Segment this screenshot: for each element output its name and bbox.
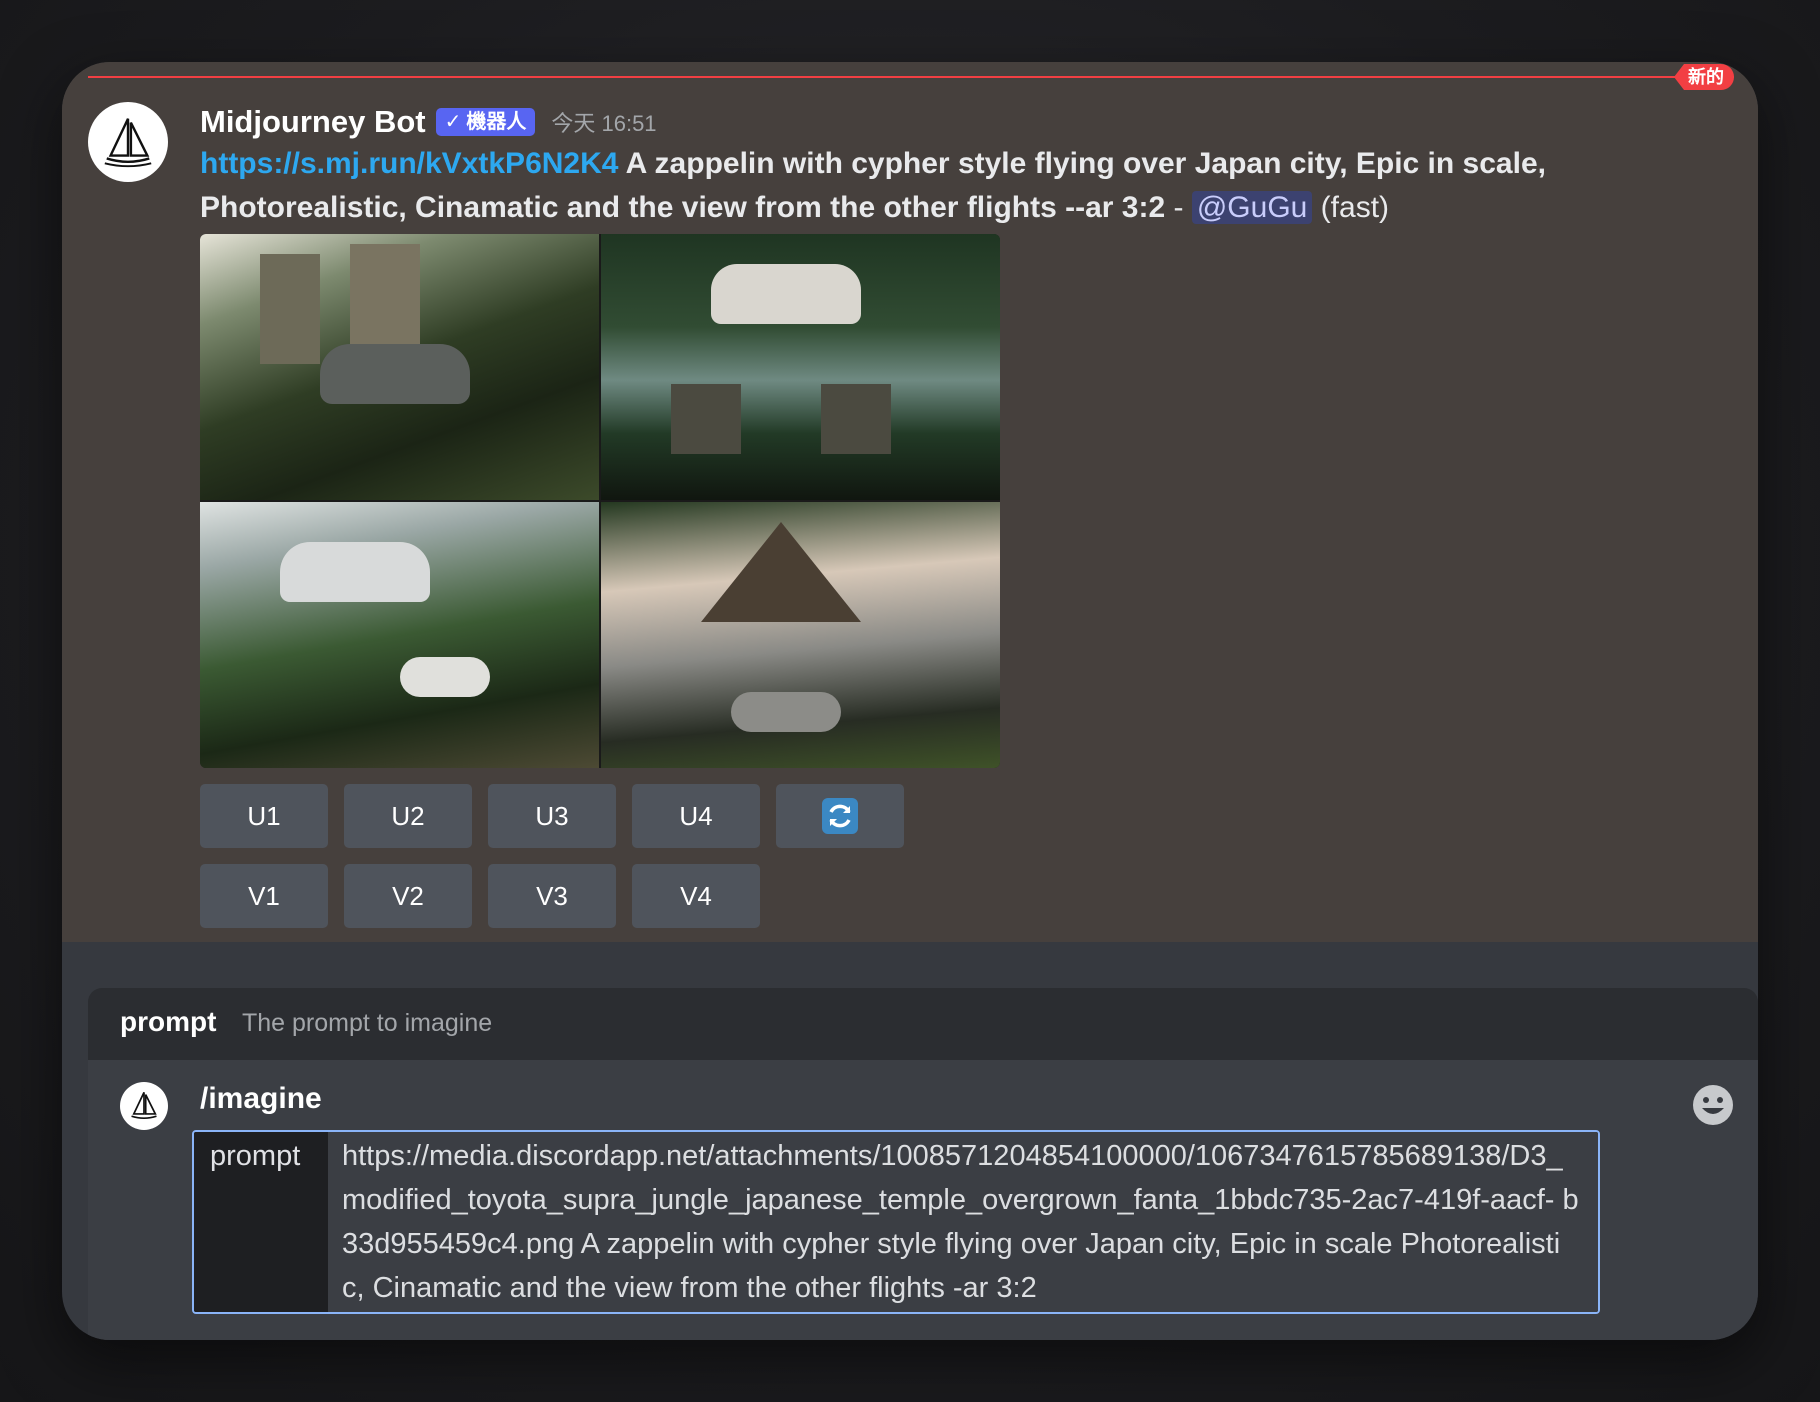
image-tile-1: [200, 234, 599, 500]
message-composer: /imagine prompt https://media.discordapp…: [88, 1060, 1758, 1340]
message-content: https://s.mj.run/kVxtkP6N2K4 A zappelin …: [200, 142, 1600, 230]
emoji-button[interactable]: [1690, 1082, 1736, 1128]
new-messages-divider: [88, 76, 1734, 78]
command-app-avatar: [120, 1082, 168, 1130]
sailboat-icon: [131, 1092, 157, 1120]
reroll-button[interactable]: [776, 784, 904, 848]
smile-emoji-icon: [1693, 1085, 1733, 1125]
bot-avatar[interactable]: [88, 102, 168, 182]
v2-button[interactable]: V2: [344, 864, 472, 928]
message-header: Midjourney Bot ✓ 機器人 今天 16:51: [200, 100, 657, 144]
prompt-option-label: prompt: [194, 1132, 328, 1312]
image-grid-attachment[interactable]: [200, 234, 1000, 768]
u1-button[interactable]: U1: [200, 784, 328, 848]
user-mention[interactable]: @GuGu: [1191, 191, 1313, 224]
separator: -: [1165, 191, 1192, 224]
refresh-icon: [822, 798, 858, 834]
prompt-link[interactable]: https://s.mj.run/kVxtkP6N2K4: [200, 147, 618, 180]
speed-label: (fast): [1312, 191, 1390, 224]
new-badge: 新的: [1674, 64, 1734, 90]
timestamp: 今天 16:51: [551, 111, 657, 136]
v1-button[interactable]: V1: [200, 864, 328, 928]
prompt-option-field[interactable]: prompt https://media.discordapp.net/atta…: [192, 1130, 1600, 1314]
option-hint-name: prompt: [120, 1006, 217, 1037]
bot-tag: ✓ 機器人: [435, 108, 536, 136]
v4-button[interactable]: V4: [632, 864, 760, 928]
sailboat-icon: [104, 118, 152, 168]
option-hint-description: The prompt to imagine: [242, 1009, 493, 1037]
prompt-option-input[interactable]: https://media.discordapp.net/attachments…: [328, 1132, 1598, 1312]
u4-button[interactable]: U4: [632, 784, 760, 848]
variation-buttons: V1 V2 V3 V4: [200, 864, 760, 928]
u2-button[interactable]: U2: [344, 784, 472, 848]
bot-tag-label: 機器人: [466, 111, 527, 133]
v3-button[interactable]: V3: [488, 864, 616, 928]
author-name[interactable]: Midjourney Bot: [200, 104, 426, 140]
image-tile-3: [200, 502, 599, 768]
verified-check-icon: ✓: [444, 111, 462, 133]
slash-command: /imagine: [200, 1082, 322, 1115]
option-hint-bar[interactable]: prompt The prompt to imagine: [88, 988, 1758, 1060]
upscale-buttons: U1 U2 U3 U4: [200, 784, 904, 848]
image-tile-4: [601, 502, 1000, 768]
chat-window: 新的 Midjourney Bot ✓ 機器人 今天 16:51 https:/…: [62, 62, 1758, 1340]
message: 新的 Midjourney Bot ✓ 機器人 今天 16:51 https:/…: [62, 62, 1758, 942]
image-tile-2: [601, 234, 1000, 500]
u3-button[interactable]: U3: [488, 784, 616, 848]
